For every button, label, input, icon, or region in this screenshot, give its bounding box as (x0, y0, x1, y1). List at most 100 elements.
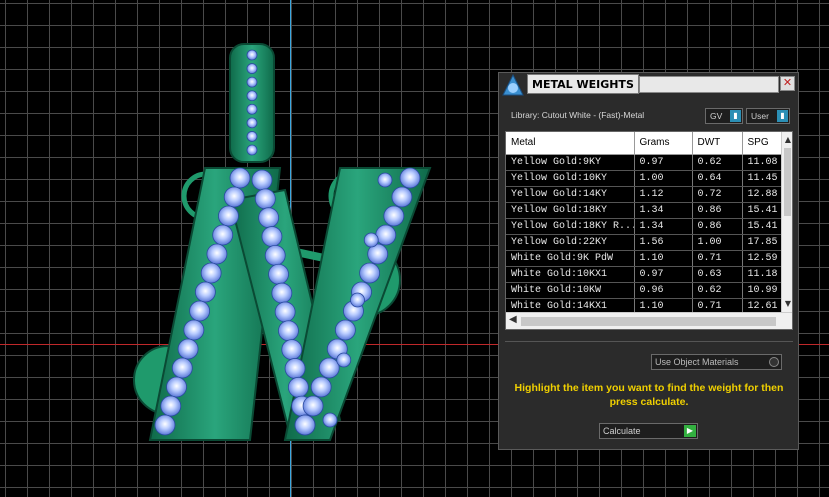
cell-grams: 1.56 (634, 234, 693, 251)
cell-metal: Yellow Gold:18KY R... (506, 218, 635, 235)
gem-stone (200, 262, 222, 284)
title-spacer (639, 76, 779, 93)
table-row[interactable]: White Gold:9K PdW 1.10 0.71 12.59 (506, 250, 792, 267)
gem-stone (206, 243, 228, 265)
column-header-metal[interactable]: Metal (506, 132, 635, 155)
use-object-materials-label: Use Object Materials (655, 357, 739, 367)
scroll-left-icon[interactable]: ◀ (509, 314, 517, 325)
gv-toggle-button[interactable]: GV ▮ (705, 108, 743, 124)
gem-stone (377, 172, 393, 188)
cell-dwt: 0.72 (692, 186, 743, 203)
cell-metal: Yellow Gold:10KY (506, 170, 635, 187)
gem-stone (264, 244, 286, 266)
cell-grams: 1.12 (634, 186, 693, 203)
user-toggle-button[interactable]: User ▮ (746, 108, 790, 124)
gem-stone (359, 262, 381, 284)
metal-weights-table[interactable]: Metal Grams DWT SPG Yellow Gold:9KY 0.97 0… (505, 131, 793, 330)
gem-stone (278, 320, 299, 342)
table-row[interactable]: Yellow Gold:14KY 1.12 0.72 12.88 (506, 186, 792, 203)
cell-dwt: 0.86 (692, 218, 743, 235)
cell-grams: 0.96 (634, 282, 693, 299)
instructions-text: Highlight the item you want to find the … (514, 382, 784, 408)
gem-stone (177, 338, 199, 360)
gem-stone (194, 281, 216, 303)
table-row[interactable]: White Gold:10KX1 0.97 0.63 11.18 (506, 266, 792, 283)
gem-stone (246, 131, 258, 142)
gem-stone (246, 117, 258, 129)
gem-stone (294, 414, 316, 436)
calculate-button[interactable]: Calculate ▶ (599, 423, 698, 439)
cell-dwt: 1.00 (692, 234, 743, 251)
gem-stone (154, 414, 176, 436)
gem-stone (218, 205, 239, 227)
cell-metal: White Gold:10KW (506, 282, 635, 299)
table-row[interactable]: Yellow Gold:22KY 1.56 1.00 17.85 (506, 234, 792, 251)
column-header-grams[interactable]: Grams (634, 132, 693, 155)
column-header-dwt[interactable]: DWT (692, 132, 743, 155)
cell-grams: 1.00 (634, 170, 693, 187)
gem-stone (271, 282, 293, 304)
divider (505, 341, 793, 342)
cell-dwt: 0.62 (692, 282, 743, 299)
app-logo-icon (502, 73, 524, 96)
table-row[interactable]: Yellow Gold:18KY R... 1.34 0.86 15.41 (506, 218, 792, 235)
cell-dwt: 0.86 (692, 202, 743, 219)
panel-title: METAL WEIGHTS (527, 74, 639, 94)
scroll-down-icon[interactable]: ▼ (782, 298, 792, 310)
gem-stone (229, 167, 251, 189)
gem-stone (160, 395, 182, 417)
gem-stone (334, 319, 356, 341)
gem-stone (183, 319, 205, 341)
cell-metal: Yellow Gold:22KY (506, 234, 635, 251)
cell-dwt: 0.71 (692, 250, 743, 267)
cell-metal: Yellow Gold:9KY (506, 154, 635, 171)
user-toggle-icon: ▮ (777, 110, 788, 122)
gem-stone (246, 103, 258, 115)
panel-titlebar[interactable]: METAL WEIGHTS ✕ (499, 73, 798, 99)
user-label: User (751, 111, 769, 121)
cell-metal: Yellow Gold:14KY (506, 186, 635, 203)
cell-grams: 1.34 (634, 202, 693, 219)
table-row[interactable]: Yellow Gold:10KY 1.00 0.64 11.45 (506, 170, 792, 187)
scroll-up-icon[interactable]: ▲ (782, 134, 792, 146)
vertical-scroll-thumb[interactable] (784, 148, 791, 216)
table-row[interactable]: Yellow Gold:9KY 0.97 0.62 11.08 (506, 154, 792, 171)
cell-dwt: 0.62 (692, 154, 743, 171)
gem-stone (287, 376, 309, 398)
table-row[interactable]: White Gold:10KW 0.96 0.62 10.99 (506, 282, 792, 299)
gem-stone (251, 169, 273, 191)
gem-stone (246, 76, 258, 88)
gem-stone (363, 232, 379, 248)
gem-stone (302, 395, 324, 417)
gem-stone (336, 352, 352, 368)
use-object-materials-toggle[interactable]: Use Object Materials (651, 354, 782, 370)
gem-stone (212, 224, 234, 246)
gem-stone (246, 63, 258, 74)
cell-metal: White Gold:9K PdW (506, 250, 635, 267)
gem-stone (399, 167, 421, 189)
play-icon: ▶ (684, 425, 696, 437)
gem-stone (254, 188, 276, 210)
3d-viewport[interactable]: METAL WEIGHTS ✕ Library: Cutout White - … (0, 0, 829, 497)
gem-stone (318, 357, 340, 379)
gem-stone (261, 226, 283, 247)
gem-stone (310, 376, 332, 398)
gem-stone (274, 301, 296, 323)
cell-grams: 1.34 (634, 218, 693, 235)
gem-stone (246, 49, 258, 61)
gem-stone (268, 263, 289, 285)
close-icon[interactable]: ✕ (780, 76, 795, 91)
gem-stone (350, 292, 365, 308)
gem-stone (189, 300, 211, 322)
gem-stone (281, 339, 303, 361)
gem-stone (375, 224, 397, 246)
cell-grams: 0.97 (634, 266, 693, 283)
gem-stone (171, 357, 193, 379)
gem-stone (246, 144, 258, 156)
vertical-scrollbar[interactable]: ▲ ▼ (781, 132, 792, 312)
horizontal-scrollbar[interactable]: ◀ (506, 312, 792, 329)
gem-stone (258, 207, 280, 229)
table-row[interactable]: Yellow Gold:18KY 1.34 0.86 15.41 (506, 202, 792, 219)
horizontal-scroll-thumb[interactable] (521, 317, 776, 326)
calculate-label: Calculate (603, 426, 641, 436)
